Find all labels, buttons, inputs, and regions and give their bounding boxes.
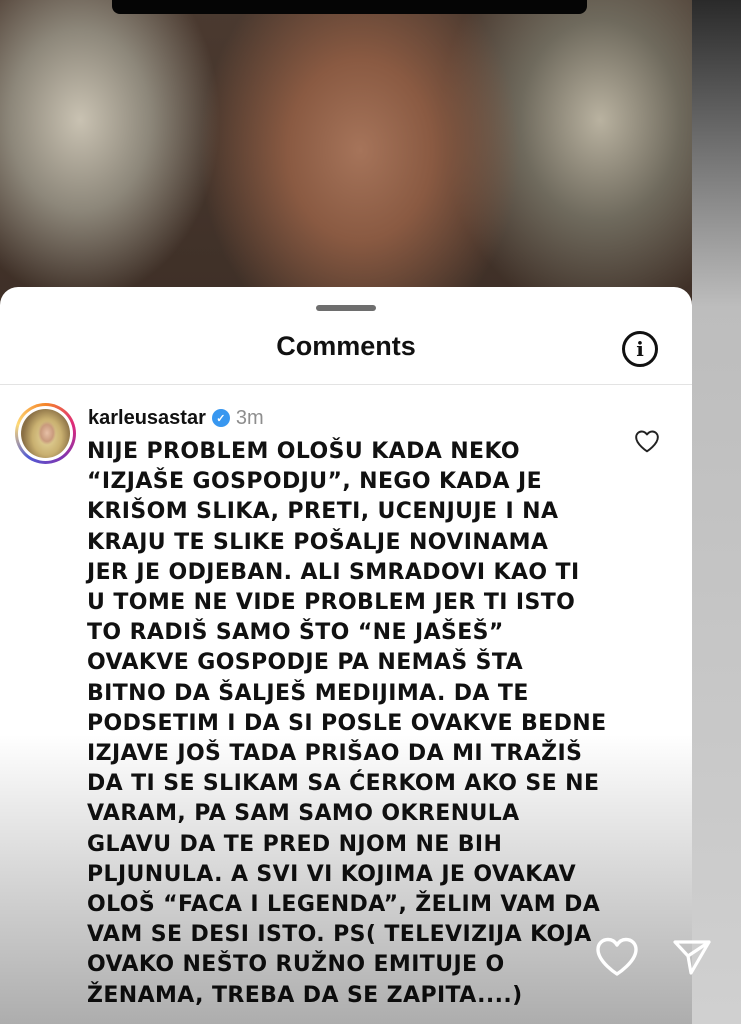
story-caption-bar xyxy=(112,0,587,14)
sheet-drag-handle[interactable] xyxy=(316,305,376,311)
comment-line: KRIŠOM SLIKA, PRETI, UCENJUJE I NA xyxy=(87,499,559,525)
comment-line: VARAM, PA SAM SAMO OKRENULA xyxy=(87,801,520,827)
comment-line: DA TI SE SLIKAM SA ĆERKOM AKO SE NE xyxy=(87,771,600,797)
avatar[interactable] xyxy=(15,403,76,464)
comment-line: GLAVU DA TE PRED NJOM NE BIH xyxy=(87,831,503,857)
divider xyxy=(0,384,692,385)
comment-line: “IZJAŠE GOSPODJU”, NEGO KADA JE xyxy=(87,469,543,495)
info-glyph: i xyxy=(636,337,644,361)
comment-line: VAM SE DESI ISTO. PS( TELEVIZIJA KOJA xyxy=(87,922,592,948)
info-icon[interactable]: i xyxy=(622,331,658,367)
comment-line: BITNO DA ŠALJEŠ MEDIJIMA. DA TE xyxy=(87,680,529,706)
comment-body: NIJE PROBLEM OLOŠU KADA NEKO “IZJAŠE GOSP… xyxy=(87,437,627,1011)
send-icon[interactable] xyxy=(671,937,713,977)
comment-line: OLOŠ “FACA I LEGENDA”, ŽELIM VAM DA xyxy=(87,892,601,918)
comment-line: JER JE ODJEBAN. ALI SMRADOVI KAO TI xyxy=(87,559,580,585)
comments-sheet: Comments i karleusastar ✓ 3m NIJE PROBLE… xyxy=(0,287,692,1024)
comment-line: OVAKO NEŠTO RUŽNO EMITUJE O xyxy=(87,952,505,978)
comment-timestamp: 3m xyxy=(235,406,264,429)
next-story-preview[interactable] xyxy=(692,0,741,1024)
comment-line: IZJAVE JOŠ TADA PRIŠAO DA MI TRAŽIŠ xyxy=(87,741,583,767)
comment-header: karleusastar ✓ 3m xyxy=(88,405,264,431)
heart-icon[interactable] xyxy=(594,936,640,978)
comment-username[interactable]: karleusastar xyxy=(88,407,206,430)
comment-line: KRAJU TE SLIKE POŠALJE NOVINAMA xyxy=(87,529,549,555)
verified-badge-icon: ✓ xyxy=(211,409,230,427)
comment-line: U TOME NE VIDE PROBLEM JER TI ISTO xyxy=(87,590,576,616)
comment-line: NIJE PROBLEM OLOŠU KADA NEKO xyxy=(87,439,521,464)
comment-line: PODSETIM I DA SI POSLE OVAKVE BEDNE xyxy=(87,710,607,736)
heart-outline-icon[interactable] xyxy=(634,429,660,453)
comment-line: ŽENAMA, TREBA DA SE ZAPITA....) xyxy=(87,982,523,1008)
avatar-frame xyxy=(18,406,73,461)
comment-line: TO RADIŠ SAMO ŠTO “NE JAŠEŠ” xyxy=(87,620,504,646)
comment-line: OVAKVE GOSPODJE PA NEMAŠ ŠTA xyxy=(87,650,524,676)
verified-check: ✓ xyxy=(216,412,226,425)
avatar-photo xyxy=(21,409,70,458)
comment-line: PLJUNULA. A SVI VI KOJIMA JE OVAKAV xyxy=(87,861,577,887)
sheet-title: Comments xyxy=(276,331,416,361)
